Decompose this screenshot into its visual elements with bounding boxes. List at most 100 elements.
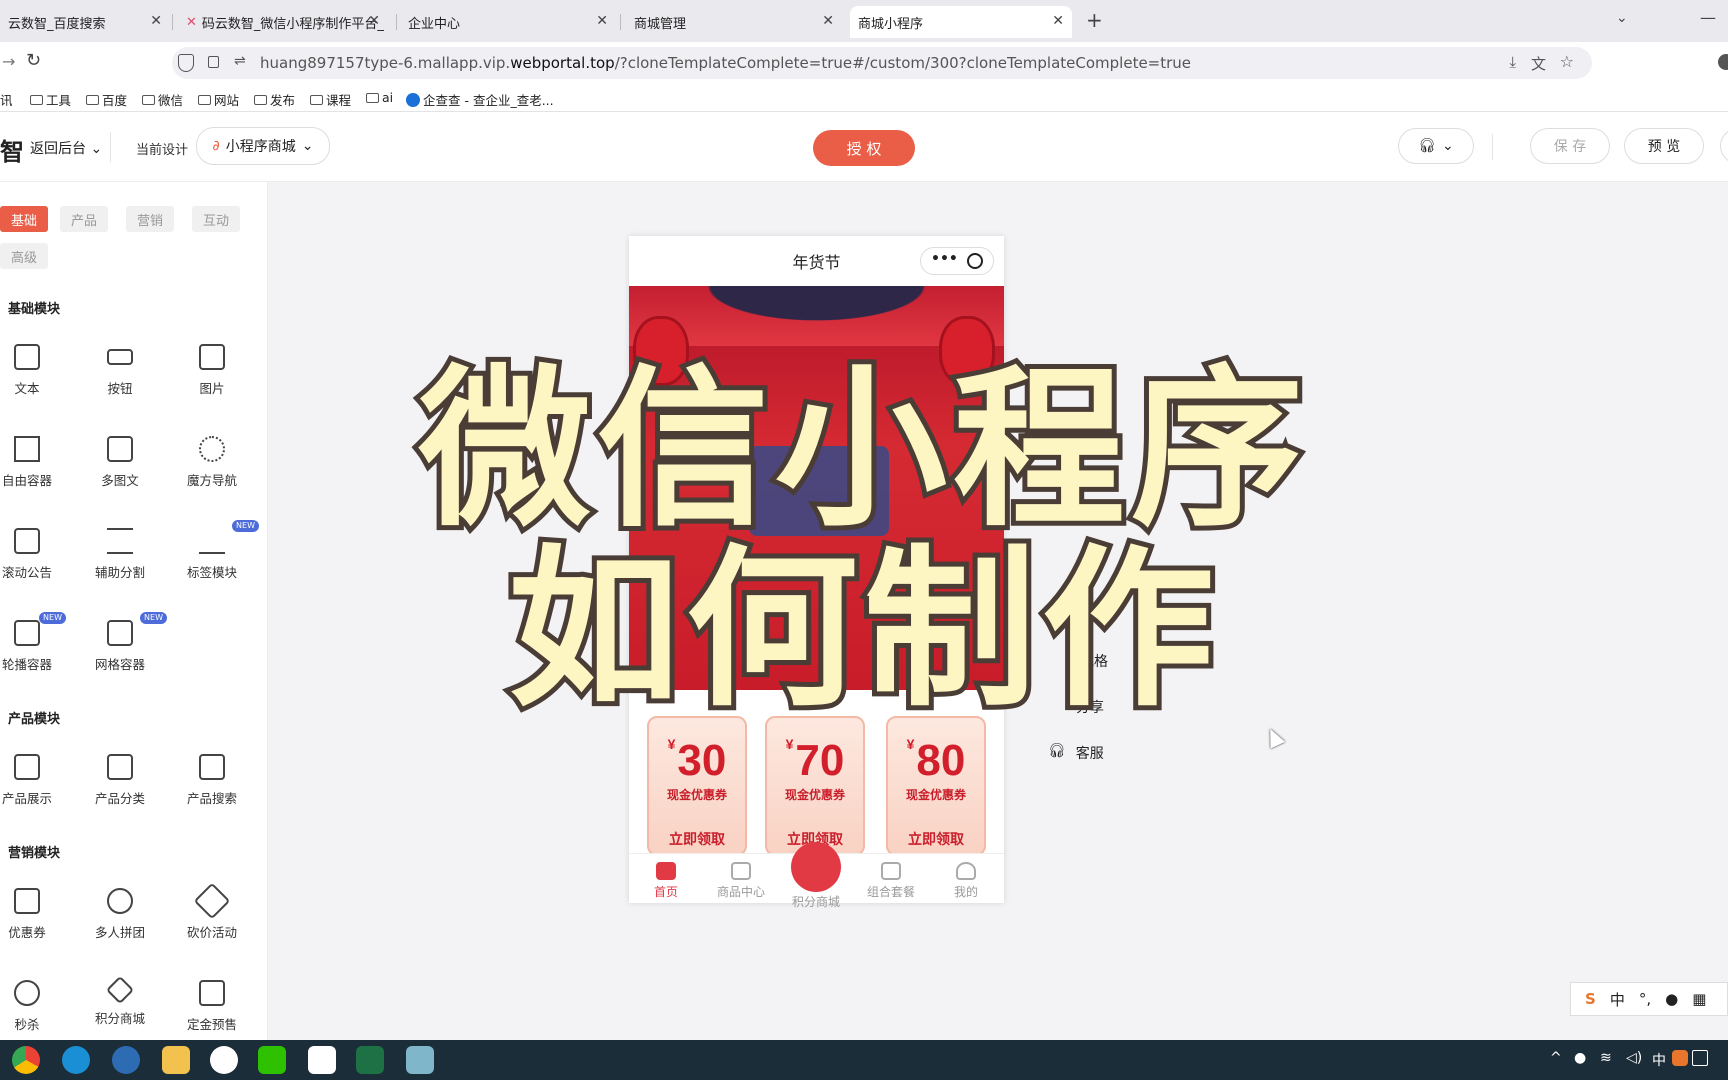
- tray-mic-icon[interactable]: ●: [1574, 1050, 1586, 1066]
- bookmark-item[interactable]: 企查查 - 查企业_查老...: [406, 90, 554, 109]
- ime-mode[interactable]: 中: [1610, 989, 1625, 1010]
- bookmark-folder[interactable]: 百度: [86, 90, 127, 109]
- qichacha-icon: [406, 92, 420, 107]
- component-deposit-presale[interactable]: 定金预售: [167, 980, 257, 1040]
- browser-tab[interactable]: 企业中心 ✕: [400, 6, 616, 38]
- more-dots-icon[interactable]: •••: [931, 251, 958, 267]
- punctuation-icon[interactable]: °,: [1639, 990, 1651, 1008]
- tray-ime-indicator[interactable]: 中: [1652, 1050, 1666, 1070]
- headset-icon: 🎧︎: [1418, 138, 1437, 154]
- bookmark-folder[interactable]: 课程: [310, 90, 351, 109]
- bookmark-folder[interactable]: 微信: [142, 90, 183, 109]
- wifi-icon[interactable]: ≋: [1600, 1050, 1612, 1066]
- url-domain: webportal.top: [510, 54, 615, 72]
- close-target-icon[interactable]: [967, 253, 983, 269]
- editor-header: 智 返回后台 ⌄ 当前设计 ∂ 小程序商城 ⌄ 授 权 🎧︎ ⌄ 保 存 预 览: [0, 112, 1728, 182]
- support-dropdown[interactable]: 🎧︎ ⌄: [1398, 128, 1474, 164]
- nav-products[interactable]: 商品中心: [706, 862, 776, 900]
- component-coupon[interactable]: 优惠券: [0, 888, 72, 948]
- nav-combo[interactable]: 组合套餐: [856, 862, 926, 900]
- bookmark-folder[interactable]: ai: [366, 90, 393, 105]
- tab-advanced[interactable]: 高级: [0, 243, 48, 269]
- site-settings-icon[interactable]: ⇌: [234, 53, 246, 69]
- sogou-icon[interactable]: S: [1585, 990, 1596, 1008]
- chrome-icon[interactable]: [12, 1046, 40, 1074]
- microphone-icon[interactable]: ●: [1665, 990, 1678, 1008]
- help-icon[interactable]: [1718, 54, 1728, 70]
- coupon-card[interactable]: ¥80 现金优惠券 立即领取: [886, 716, 986, 856]
- bookmark-star-icon[interactable]: ☆: [1560, 52, 1574, 71]
- browser-app-icon[interactable]: [112, 1046, 140, 1074]
- component-bargain[interactable]: 砍价活动: [167, 882, 257, 948]
- close-tab-icon[interactable]: ✕: [822, 13, 834, 29]
- browser-tab[interactable]: ✕ 码云数智_微信小程序制作平台_ ✕: [178, 6, 388, 38]
- service-panel-item[interactable]: 🎧︎ 客服: [1048, 743, 1104, 763]
- nav-mine[interactable]: 我的: [931, 862, 1001, 900]
- component-flash-sale[interactable]: 秒杀: [0, 980, 72, 1040]
- component-group-buy[interactable]: 多人拼团: [75, 888, 165, 948]
- tab-list-chevron-icon[interactable]: ⌄: [1616, 10, 1628, 26]
- keyboard-icon[interactable]: ▦: [1692, 990, 1706, 1008]
- capsule-menu[interactable]: •••: [920, 247, 994, 275]
- back-to-admin-button[interactable]: 返回后台 ⌄: [30, 138, 102, 158]
- tray-chevron-icon[interactable]: ^: [1550, 1050, 1562, 1066]
- tray-sogou-icon[interactable]: [1672, 1050, 1688, 1066]
- bookmark-folder[interactable]: 工具: [30, 90, 71, 109]
- close-tab-icon[interactable]: ✕: [150, 13, 162, 29]
- browser-tab-active[interactable]: 商城小程序 ✕: [850, 6, 1072, 38]
- file-explorer-icon[interactable]: [162, 1046, 190, 1074]
- tab-basic[interactable]: 基础: [0, 206, 48, 232]
- component-points-mall[interactable]: 积分商城: [75, 975, 165, 1040]
- browser-tab[interactable]: 商城管理 ✕: [626, 6, 842, 38]
- coupon-card[interactable]: ¥70 现金优惠券 立即领取: [765, 716, 865, 856]
- browser-tab[interactable]: 云数智_百度搜索 ✕: [0, 6, 170, 38]
- download-icon[interactable]: ⤓: [1509, 53, 1516, 71]
- points-mall-icon: [105, 975, 135, 1005]
- component-product-search[interactable]: 产品搜索: [167, 754, 257, 814]
- shield-icon[interactable]: [178, 54, 194, 72]
- reload-icon[interactable]: ↻: [26, 50, 41, 71]
- save-button[interactable]: 保 存: [1530, 128, 1610, 164]
- product-display-icon: [14, 754, 40, 780]
- close-tab-icon[interactable]: ✕: [596, 13, 608, 29]
- more-button[interactable]: [1720, 128, 1728, 164]
- logo: 智: [0, 138, 24, 166]
- group-buy-icon: [107, 888, 133, 914]
- product-search-icon: [199, 754, 225, 780]
- notification-icon[interactable]: [1692, 1050, 1708, 1066]
- excel-icon[interactable]: [356, 1046, 384, 1074]
- close-tab-icon[interactable]: ✕: [368, 13, 380, 29]
- nav-points-mall[interactable]: 积分商城: [781, 842, 851, 910]
- close-tab-icon[interactable]: ✕: [1052, 13, 1064, 29]
- tab-interaction[interactable]: 互动: [192, 206, 240, 232]
- volume-icon[interactable]: ◁): [1626, 1050, 1642, 1066]
- tab-product[interactable]: 产品: [60, 206, 108, 232]
- authorize-button[interactable]: 授 权: [813, 130, 915, 166]
- browser-tab-strip: 云数智_百度搜索 ✕ ✕ 码云数智_微信小程序制作平台_ ✕ 企业中心 ✕ 商城管理 ✕ …: [0, 0, 1728, 42]
- component-product-category[interactable]: 产品分类: [75, 754, 165, 814]
- lock-icon[interactable]: [208, 56, 219, 68]
- edge-icon[interactable]: [62, 1046, 90, 1074]
- new-tab-icon[interactable]: +: [1086, 8, 1103, 32]
- qq-icon[interactable]: [210, 1046, 238, 1074]
- bookmarks-bar: 讯 工具 百度 微信 网站 发布 课程 ai 企查查 - 查企业_查老...: [0, 84, 1728, 112]
- design-select[interactable]: ∂ 小程序商城 ⌄: [196, 127, 330, 165]
- coupon-card[interactable]: ¥30 现金优惠券 立即领取: [647, 716, 747, 856]
- mouse-cursor-icon: [1262, 725, 1286, 749]
- preview-button[interactable]: 预 览: [1624, 128, 1704, 164]
- url-field[interactable]: ⇌ huang897157type-6.mallapp.vip. webporta…: [172, 47, 1592, 79]
- minimize-icon[interactable]: —: [1700, 8, 1716, 27]
- bookmark-folder[interactable]: 发布: [254, 90, 295, 109]
- tab-marketing[interactable]: 营销: [126, 206, 174, 232]
- bookmark-item[interactable]: 讯: [0, 90, 13, 109]
- url-suffix: /?cloneTemplateComplete=true#/custom/300…: [614, 54, 1192, 72]
- nav-home[interactable]: 首页: [631, 862, 701, 900]
- wechat-icon[interactable]: [258, 1046, 286, 1074]
- translate-icon[interactable]: 文: [1531, 53, 1546, 74]
- forward-icon[interactable]: →: [2, 52, 15, 71]
- video-app-icon[interactable]: [308, 1046, 336, 1074]
- app-icon[interactable]: [406, 1046, 434, 1074]
- bookmark-folder[interactable]: 网站: [198, 90, 239, 109]
- bottom-tab-bar: 首页 商品中心 积分商城 组合套餐 我的: [629, 842, 1004, 909]
- component-product-display[interactable]: 产品展示: [0, 754, 72, 814]
